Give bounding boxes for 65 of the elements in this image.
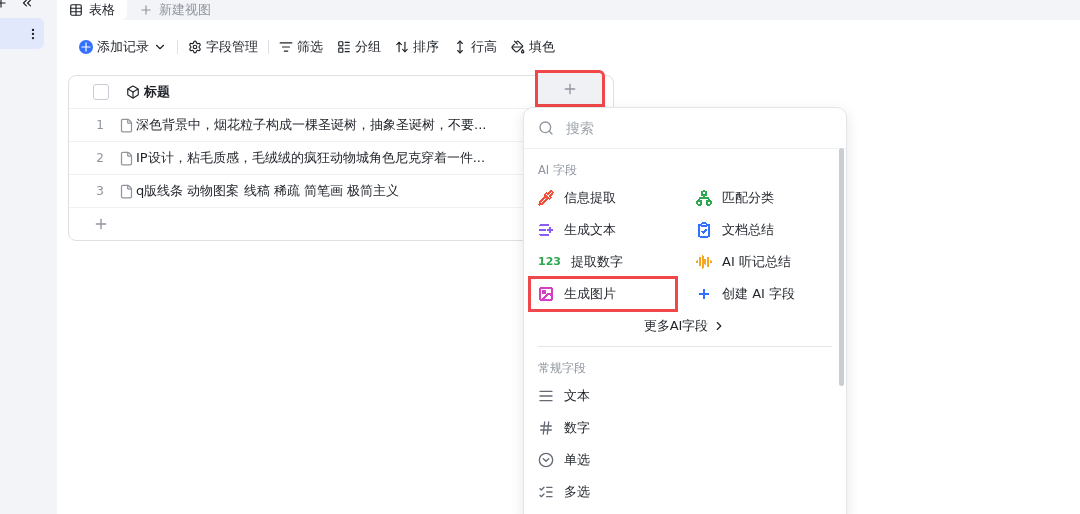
row-number: 2 [95,151,105,165]
field-manage-button[interactable]: 字段管理 [184,36,262,58]
checklist-icon [538,484,554,500]
file-icon [119,117,134,133]
collapse-icon[interactable] [20,0,34,10]
menu-item[interactable]: 文档总结 [688,214,834,246]
menu-item-label: 数字 [564,419,590,437]
menu-item-label: 创建 AI 字段 [722,285,795,303]
filter-icon [279,40,293,54]
menu-item-label: 匹配分类 [722,189,774,207]
view-tab[interactable]: 表格 [57,0,127,20]
table-cell[interactable]: IP设计，粘毛质感，毛绒绒的疯狂动物城角色尼克穿着一件... [136,149,486,167]
text-lines-icon [538,388,554,404]
row-number: 1 [95,118,105,132]
menu-item-label: 单选 [564,451,590,469]
row-height-button[interactable]: 行高 [449,36,501,58]
menu-item[interactable]: 信息提取 [530,182,676,214]
menu-item-label: 生成图片 [564,285,616,303]
menu-item-label: 多选 [564,483,590,501]
menu-item-label: 提取数字 [570,253,623,271]
add-record-button[interactable]: 添加记录 [75,36,171,58]
list-icon [337,40,351,54]
filter-button[interactable]: 筛选 [275,36,327,58]
menu-item[interactable]: 创建 AI 字段 [688,278,834,310]
hash-icon [538,420,554,436]
menu-item[interactable]: 匹配分类 [688,182,834,214]
menu-item-label: 文本 [564,387,590,405]
group-button[interactable]: 分组 [333,36,385,58]
scrollbar[interactable] [839,148,844,386]
table-icon [69,3,83,17]
sort-icon [395,40,409,54]
menu-item[interactable]: 文本 [530,380,834,412]
file-icon [119,183,134,199]
fill-color-button[interactable]: 填色 [507,36,559,58]
column-type-icon [126,85,140,99]
table-cell[interactable]: 深色背景中，烟花粒子构成一棵圣诞树，抽象圣诞树，不要... [136,116,487,134]
select-all-checkbox[interactable] [93,84,109,100]
menu-item[interactable]: 生成文本 [530,214,676,246]
row-number: 3 [95,184,105,198]
menu-item[interactable]: 数字 [530,412,834,444]
menu-item-label: AI 听记总结 [722,253,791,271]
menu-item[interactable]: AI 听记总结 [688,246,834,278]
menu-item[interactable]: 单选 [530,444,834,476]
menu-item[interactable]: 123 提取数字 [530,246,676,278]
section-label: 常规字段 [537,360,587,377]
menu-item[interactable]: 多选 [530,476,834,508]
section-label: AI 字段 [537,162,578,179]
sort-button[interactable]: 排序 [391,36,443,58]
menu-item[interactable]: 生成图片 [530,278,676,310]
circle-chevron-icon [538,452,554,468]
add-icon [79,40,93,54]
table-cell[interactable]: q版线条 动物图案 线稿 稀疏 简笔画 极简主义 [136,182,399,200]
menu-item-label: 生成文本 [564,221,616,239]
paint-bucket-icon [511,40,525,54]
number-icon: 123 [538,254,561,270]
search-icon [538,120,554,136]
menu-item-label: 文档总结 [722,221,774,239]
gear-icon [188,40,202,54]
add-row-icon[interactable] [93,216,109,232]
add-column-button[interactable] [535,70,605,107]
more-ai-fields-button[interactable]: 更多AI字段 [637,316,733,336]
file-icon [119,150,134,166]
column-header[interactable]: 标题 [144,83,170,101]
menu-item-label: 信息提取 [564,189,616,207]
add-icon [139,3,153,17]
